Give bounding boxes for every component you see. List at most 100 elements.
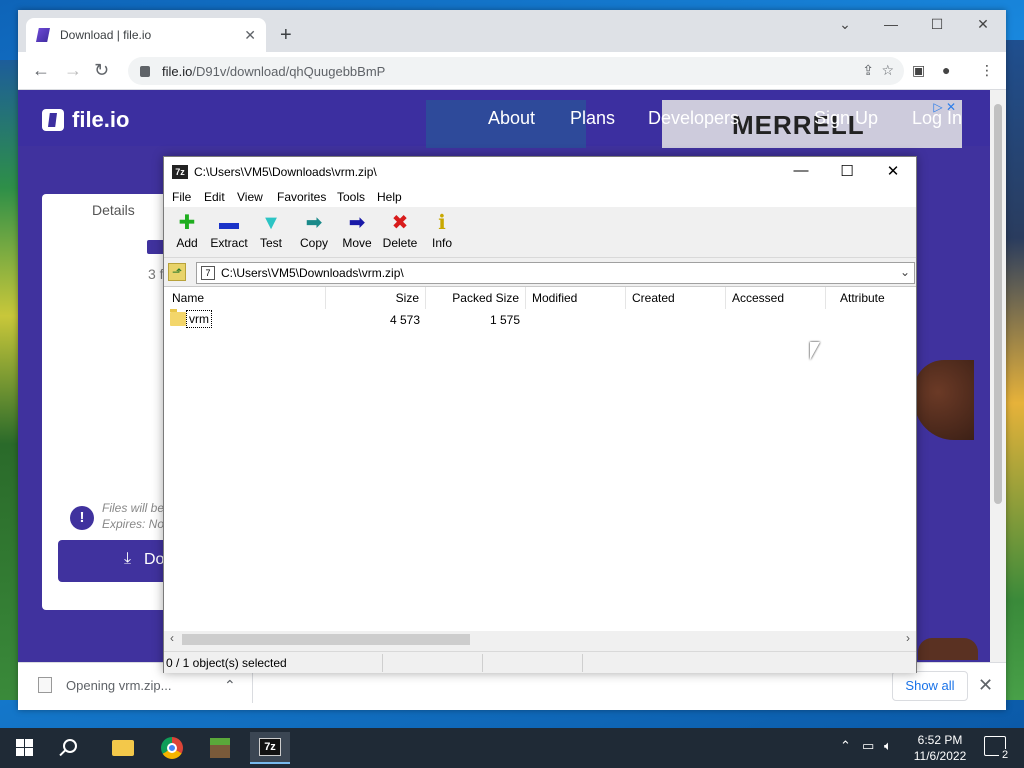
show-all-button[interactable]: Show all bbox=[892, 671, 968, 701]
taskbar-minecraft[interactable] bbox=[200, 732, 240, 764]
row-packed-size: 1 575 bbox=[489, 313, 520, 327]
menu-file[interactable]: File bbox=[172, 190, 191, 204]
sevenzip-titlebar[interactable]: 7z C:\Users\VM5\Downloads\vrm.zip\ — ☐ ✕ bbox=[164, 157, 916, 187]
close-window-button[interactable]: ✕ bbox=[960, 16, 1006, 33]
reload-icon[interactable]: ↻ bbox=[94, 60, 109, 81]
menu-edit[interactable]: Edit bbox=[204, 190, 225, 204]
address-bar[interactable]: file.io/D91v/download/qhQuugebbBmP ⇪ ☆ bbox=[128, 57, 904, 85]
lock-icon bbox=[140, 65, 150, 77]
notification-count: 2 bbox=[999, 749, 1011, 761]
share-icon[interactable]: ⇪ bbox=[862, 62, 874, 79]
menu-icon[interactable]: ⋮ bbox=[980, 62, 994, 79]
sevenzip-file-list[interactable]: Name Size Packed Size Modified Created A… bbox=[164, 286, 916, 631]
column-name[interactable]: Name bbox=[164, 287, 326, 309]
back-icon[interactable]: ← bbox=[32, 60, 50, 81]
copy-button[interactable]: ➡ Copy bbox=[291, 212, 337, 250]
sevenzip-title: C:\Users\VM5\Downloads\vrm.zip\ bbox=[194, 165, 377, 179]
scroll-thumb[interactable] bbox=[182, 634, 470, 645]
sevenzip-taskbar-icon: 7z bbox=[259, 738, 281, 756]
column-attributes[interactable]: Attribute bbox=[826, 287, 916, 309]
download-icon: ⤓ bbox=[124, 550, 132, 567]
tab-title: Download | file.io bbox=[60, 28, 152, 42]
selection-status: 0 / 1 object(s) selected bbox=[166, 656, 287, 670]
sevenzip-close-button[interactable]: ✕ bbox=[870, 162, 916, 180]
test-button[interactable]: ▼ Test bbox=[248, 212, 294, 250]
network-icon[interactable]: ▭ bbox=[862, 738, 874, 754]
sevenzip-maximize-button[interactable]: ☐ bbox=[824, 162, 870, 180]
column-accessed[interactable]: Accessed bbox=[726, 287, 826, 309]
close-tab-icon[interactable]: ✕ bbox=[244, 27, 256, 44]
bookmark-star-icon[interactable]: ☆ bbox=[881, 62, 894, 79]
taskbar: 7z ⌃ ▭ 🔈︎ 6:52 PM 11/6/2022 2 bbox=[0, 728, 1024, 768]
favicon-icon bbox=[36, 28, 50, 42]
add-icon: ✚ bbox=[178, 212, 196, 234]
info-i-icon: ℹ bbox=[438, 212, 446, 234]
minimize-button[interactable]: — bbox=[868, 16, 914, 32]
profile-icon[interactable]: ● bbox=[942, 62, 950, 78]
menu-tools[interactable]: Tools bbox=[337, 190, 365, 204]
download-button[interactable]: ⤓ Do bbox=[58, 540, 178, 582]
folder-up-icon[interactable]: ⬏ bbox=[168, 263, 186, 281]
chevron-up-icon[interactable]: ⌃ bbox=[224, 677, 236, 694]
nav-about[interactable]: About bbox=[488, 108, 535, 129]
column-size[interactable]: Size bbox=[326, 287, 426, 309]
site-logo-text: file.io bbox=[72, 107, 130, 132]
notifications-icon[interactable]: 2 bbox=[984, 736, 1011, 761]
scroll-right-icon[interactable]: › bbox=[906, 631, 910, 645]
taskbar-chrome[interactable] bbox=[152, 732, 192, 764]
extract-button[interactable]: ▬ Extract bbox=[206, 212, 252, 250]
close-shelf-icon[interactable]: ✕ bbox=[978, 675, 993, 696]
download-item[interactable]: Opening vrm.zip... bbox=[38, 677, 172, 693]
start-icon[interactable] bbox=[16, 739, 33, 756]
nav-plans[interactable]: Plans bbox=[570, 108, 615, 129]
tab-search-icon[interactable]: ⌄ bbox=[822, 16, 868, 33]
nav-log-in[interactable]: Log In bbox=[912, 108, 962, 129]
clock[interactable]: 6:52 PM 11/6/2022 bbox=[908, 732, 972, 764]
sevenzip-window: 7z C:\Users\VM5\Downloads\vrm.zip\ — ☐ ✕… bbox=[163, 156, 917, 673]
archive-icon: 7 bbox=[201, 266, 215, 280]
file-explorer-icon bbox=[112, 740, 134, 756]
menu-view[interactable]: View bbox=[237, 190, 263, 204]
volume-icon[interactable]: 🔈︎ bbox=[884, 738, 892, 754]
desktop-wallpaper-edge-right bbox=[1006, 40, 1024, 700]
forward-icon[interactable]: → bbox=[64, 60, 82, 81]
tab-strip: Download | file.io ✕ + ⌄ — ☐ ✕ bbox=[18, 10, 1006, 52]
search-icon[interactable] bbox=[63, 739, 77, 753]
move-button[interactable]: ➡ Move bbox=[334, 212, 380, 250]
sevenzip-app-icon: 7z bbox=[172, 165, 188, 179]
sevenzip-minimize-button[interactable]: — bbox=[778, 162, 824, 179]
add-button[interactable]: ✚ Add bbox=[164, 212, 210, 250]
browser-tab[interactable]: Download | file.io ✕ bbox=[26, 18, 266, 52]
chevron-down-icon[interactable]: ⌄ bbox=[900, 265, 910, 279]
expiry-note: Files will be Expires: No bbox=[102, 501, 165, 531]
column-created[interactable]: Created bbox=[626, 287, 726, 309]
taskbar-file-explorer[interactable] bbox=[102, 732, 142, 764]
horizontal-scrollbar[interactable]: ‹ › bbox=[164, 631, 916, 648]
new-tab-button[interactable]: + bbox=[280, 24, 292, 47]
menu-help[interactable]: Help bbox=[377, 190, 402, 204]
sevenzip-menubar: File Edit View Favorites Tools Help bbox=[164, 187, 916, 207]
nav-sign-up[interactable]: Sign Up bbox=[814, 108, 878, 129]
maximize-button[interactable]: ☐ bbox=[914, 16, 960, 33]
sevenzip-toolbar: ✚ Add ▬ Extract ▼ Test ➡ Copy ➡ Move ✖ D… bbox=[164, 208, 916, 258]
zip-file-icon bbox=[38, 677, 52, 693]
details-tab[interactable]: Details bbox=[92, 202, 135, 218]
nav-developers[interactable]: Developers bbox=[648, 108, 739, 129]
ad-boot-image-2 bbox=[918, 638, 978, 660]
sevenzip-path-field[interactable]: 7 C:\Users\VM5\Downloads\vrm.zip\ ⌄ bbox=[196, 262, 915, 284]
scroll-left-icon[interactable]: ‹ bbox=[170, 631, 174, 645]
column-packed-size[interactable]: Packed Size bbox=[426, 287, 526, 309]
show-hidden-icons[interactable]: ⌃ bbox=[840, 738, 851, 754]
clock-time: 6:52 PM bbox=[917, 733, 963, 747]
browser-toolbar: ← → ↻ file.io/D91v/download/qhQuugebbBmP… bbox=[18, 52, 1006, 90]
delete-button[interactable]: ✖ Delete bbox=[377, 212, 423, 250]
menu-favorites[interactable]: Favorites bbox=[277, 190, 326, 204]
row-size: 4 573 bbox=[389, 313, 420, 327]
side-panel-icon[interactable]: ▣ bbox=[912, 62, 925, 79]
column-modified[interactable]: Modified bbox=[526, 287, 626, 309]
taskbar-7zip[interactable]: 7z bbox=[250, 732, 290, 764]
info-button[interactable]: ℹ Info bbox=[419, 212, 465, 250]
fileio-logo-icon bbox=[42, 109, 64, 131]
page-scrollbar[interactable] bbox=[990, 90, 1006, 662]
site-logo[interactable]: file.io bbox=[42, 107, 129, 133]
